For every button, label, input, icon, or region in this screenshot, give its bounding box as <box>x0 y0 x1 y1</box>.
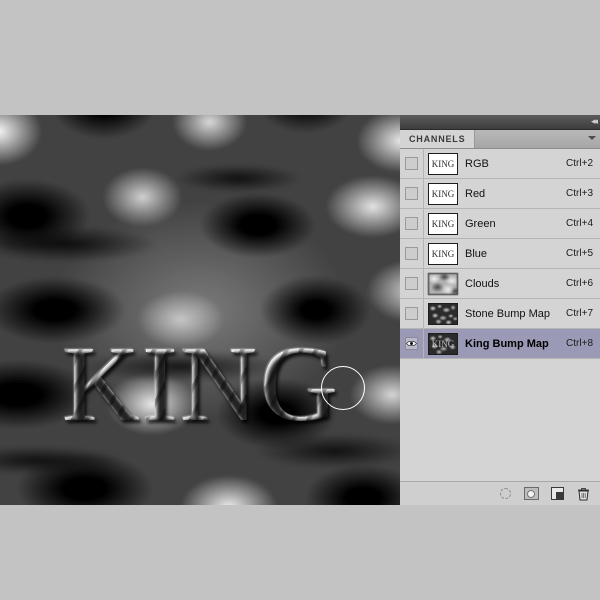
eye-icon-glyph <box>406 340 417 347</box>
brush-cursor <box>321 366 365 410</box>
eye-slot-empty <box>405 247 418 260</box>
channel-row[interactable]: KING RGB Ctrl+2 <box>400 148 600 179</box>
channel-thumbnail <box>428 272 458 295</box>
channel-visibility-toggle[interactable] <box>400 208 424 239</box>
channel-shortcut: Ctrl+3 <box>566 188 593 199</box>
new-channel-button[interactable] <box>546 485 568 503</box>
channel-visibility-toggle[interactable] <box>400 268 424 299</box>
channel-thumbnail <box>428 302 458 325</box>
king-artwork-text: KING <box>62 325 340 444</box>
channel-list: KING RGB Ctrl+2 KING Red Ctrl+3 KING Green Ctrl+… <box>400 148 600 359</box>
panel-bottom-toolbar <box>400 481 600 505</box>
channel-shortcut: Ctrl+7 <box>566 308 593 319</box>
channel-row[interactable]: KING Blue Ctrl+5 <box>400 238 600 269</box>
tab-channels-label: CHANNELS <box>409 134 466 144</box>
channel-name: Green <box>465 217 496 230</box>
delete-channel-button[interactable] <box>572 485 594 503</box>
king-artwork-label: KING <box>62 325 340 444</box>
photoshop-window: KING ◂◂ CHANNELS KING RGB Ctrl+2 KING Red Ctr… <box>0 0 600 600</box>
save-selection-as-channel-icon <box>523 487 539 500</box>
channel-row[interactable]: KING Green Ctrl+4 <box>400 208 600 239</box>
channel-thumbnail-label: KING <box>431 248 455 259</box>
channels-panel: ◂◂ CHANNELS KING RGB Ctrl+2 KING Red Ctrl+3 KI… <box>400 115 600 505</box>
document-canvas[interactable]: KING <box>0 115 400 505</box>
channel-thumbnail: KING <box>428 242 458 265</box>
save-selection-as-channel-button[interactable] <box>520 485 542 503</box>
channel-shortcut: Ctrl+5 <box>566 248 593 259</box>
channel-visibility-toggle[interactable] <box>400 298 424 329</box>
channel-shortcut: Ctrl+8 <box>566 338 593 349</box>
channel-shortcut: Ctrl+4 <box>566 218 593 229</box>
channel-thumbnail: KING <box>428 152 458 175</box>
channel-name: Red <box>465 187 486 200</box>
panel-tabbar: CHANNELS <box>400 130 600 149</box>
channel-thumbnail: KING <box>428 182 458 205</box>
channel-thumbnail-label: KING <box>431 218 455 229</box>
channel-name: Clouds <box>465 277 500 290</box>
channel-name: King Bump Map <box>465 337 549 350</box>
new-channel-icon <box>550 487 564 500</box>
channel-row[interactable]: Clouds Ctrl+6 <box>400 268 600 299</box>
channel-thumbnail: KING <box>428 332 458 355</box>
channel-name: Stone Bump Map <box>465 307 550 320</box>
channel-visibility-toggle[interactable] <box>400 148 424 179</box>
tab-channels[interactable]: CHANNELS <box>400 130 476 148</box>
channel-visibility-toggle[interactable] <box>400 238 424 269</box>
panel-menu-arrow-icon[interactable] <box>588 136 596 140</box>
marble-veins <box>0 115 400 505</box>
channel-thumbnail-label: KING <box>431 158 455 169</box>
eye-slot-empty <box>405 307 418 320</box>
save-selection-inner-circle <box>527 489 535 498</box>
channel-visibility-toggle[interactable] <box>400 328 424 359</box>
channel-row[interactable]: Stone Bump Map Ctrl+7 <box>400 298 600 329</box>
channel-name: RGB <box>465 157 489 170</box>
eye-slot-empty <box>405 187 418 200</box>
channel-row[interactable]: KING Red Ctrl+3 <box>400 178 600 209</box>
channel-shortcut: Ctrl+2 <box>566 158 593 169</box>
channel-row[interactable]: KING King Bump Map Ctrl+8 <box>400 328 600 359</box>
eye-slot-empty <box>405 217 418 230</box>
channel-shortcut: Ctrl+6 <box>566 278 593 289</box>
channel-thumbnail-label: KING <box>431 338 455 349</box>
eye-slot-empty <box>405 277 418 290</box>
eye-icon <box>405 337 418 350</box>
channel-visibility-toggle[interactable] <box>400 178 424 209</box>
channel-name: Blue <box>465 247 488 260</box>
load-channel-as-selection-button[interactable] <box>494 485 516 503</box>
delete-channel-icon <box>577 487 589 500</box>
load-channel-as-selection-icon <box>499 488 511 499</box>
eye-slot-empty <box>405 157 418 170</box>
channel-thumbnail-label: KING <box>431 188 455 199</box>
channel-thumbnail: KING <box>428 212 458 235</box>
panel-titlebar: ◂◂ <box>400 115 600 130</box>
collapse-to-icons-icon[interactable]: ◂◂ <box>591 116 598 127</box>
